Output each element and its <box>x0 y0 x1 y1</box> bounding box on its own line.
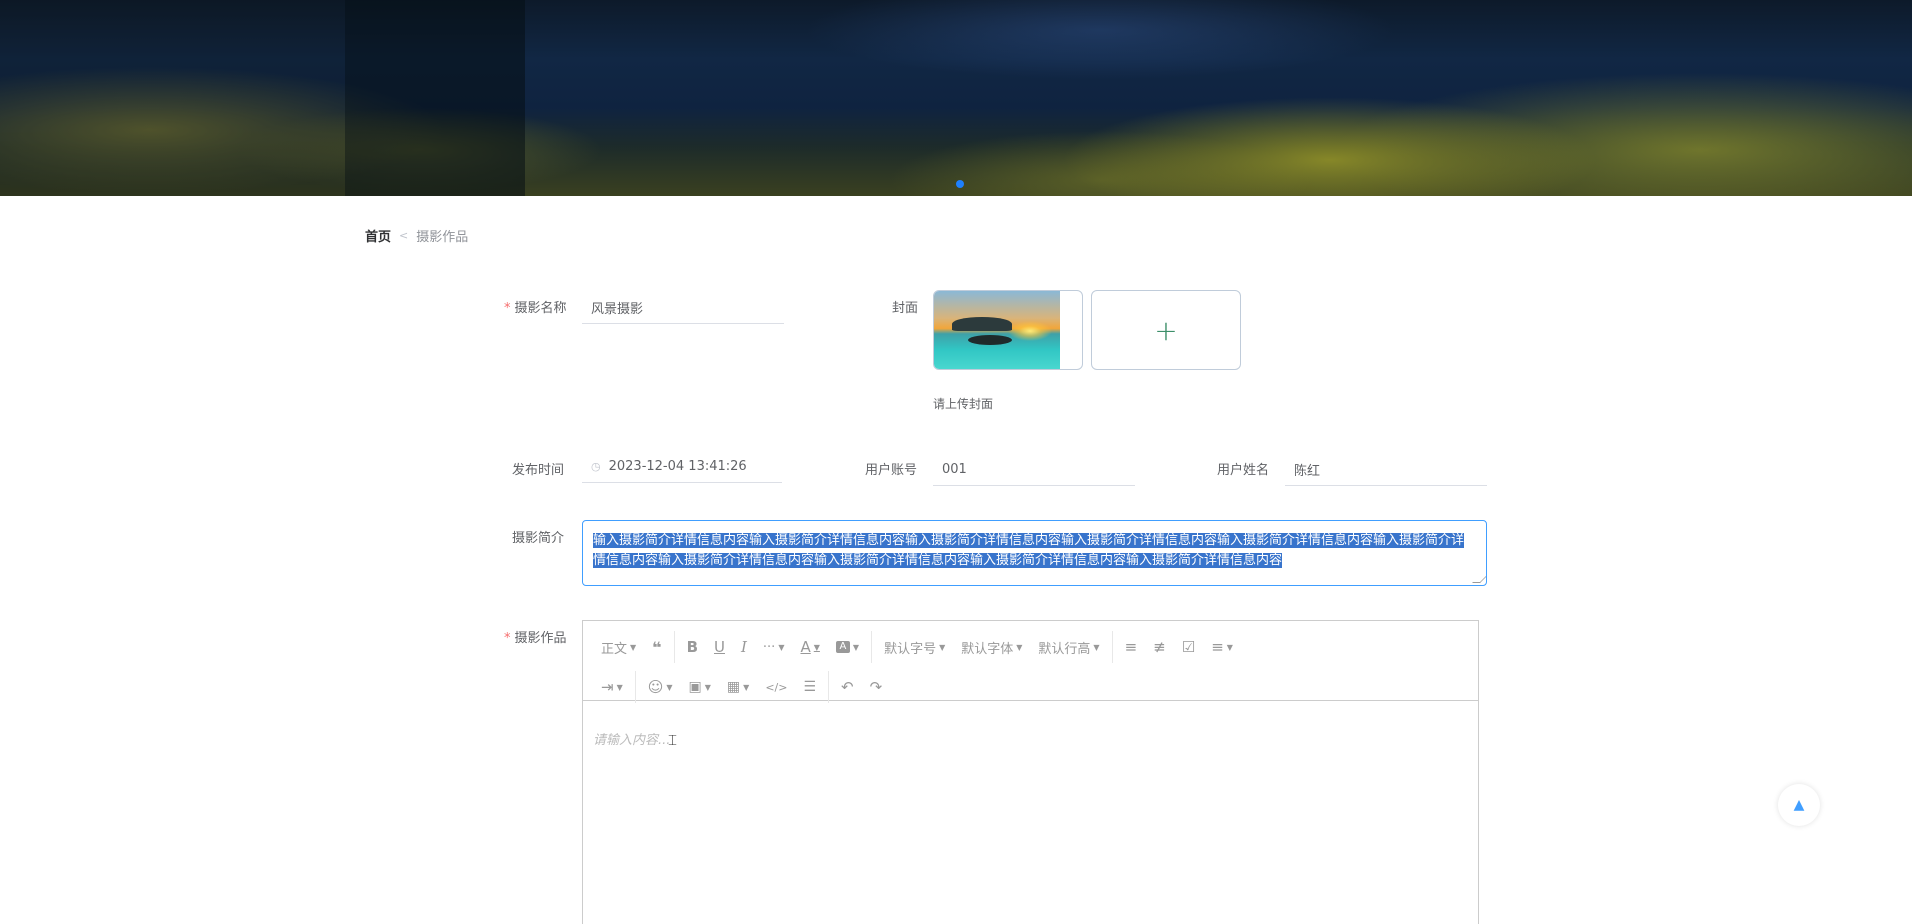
cover-upload-button[interactable]: + <box>1091 290 1241 370</box>
editor-toolbar: 正文 ▼ ❝ B U I ··· ▼ A ▼ A ▼ 默认字号 ▼ 默认字体 ▼ 默认行高 ▼… <box>583 621 1478 703</box>
align-icon[interactable]: ≡ ▼ <box>1203 633 1241 661</box>
toolbar-divider <box>1111 631 1113 663</box>
publish-time-value: 2023-12-04 13:41:26 <box>608 459 747 474</box>
chevron-down-icon: ▼ <box>1016 642 1023 652</box>
editor-content-area[interactable]: 请输入内容... ⌶ <box>583 701 1478 924</box>
account-label: 用户账号 <box>865 463 918 478</box>
line-height-select[interactable]: 默认行高 ▼ <box>1030 633 1107 661</box>
code-icon[interactable]: </> <box>757 673 795 701</box>
publish-time-label: 发布时间 <box>512 463 565 478</box>
chevron-down-icon: ▼ <box>1093 642 1100 652</box>
divider-line-icon[interactable]: ☰ <box>795 673 824 701</box>
banner-shade <box>0 0 345 196</box>
works-label: 摄影作品 <box>504 627 567 646</box>
more-style-icon[interactable]: ··· ▼ <box>755 633 793 661</box>
rich-text-editor: 正文 ▼ ❝ B U I ··· ▼ A ▼ A ▼ 默认字号 ▼ 默认字体 ▼ 默认行高 ▼… <box>582 620 1479 924</box>
underline-icon[interactable]: U <box>706 633 733 661</box>
breadcrumb-home[interactable]: 首页 <box>365 226 391 245</box>
chevron-down-icon: ▼ <box>852 642 860 652</box>
banner-water-reflection <box>700 0 1600 120</box>
chevron-down-icon: ▼ <box>1226 642 1233 652</box>
name-input[interactable] <box>582 292 784 324</box>
back-to-top-button[interactable]: ▲ <box>1778 784 1820 826</box>
bulleted-list-icon[interactable]: ≡ <box>1117 633 1146 661</box>
table-icon[interactable]: ▦ ▼ <box>719 673 757 701</box>
text-cursor-icon: ⌶ <box>668 731 678 749</box>
banner-carousel <box>0 0 1912 196</box>
breadcrumb-current: 摄影作品 <box>416 230 469 245</box>
font-family-select[interactable]: 默认字体 ▼ <box>953 633 1030 661</box>
undo-icon[interactable]: ↶ <box>833 673 862 701</box>
image-icon[interactable]: ▣ ▼ <box>681 673 719 701</box>
carousel-indicator-dot[interactable] <box>956 180 964 188</box>
intro-label: 摄影简介 <box>512 531 565 546</box>
intro-textarea[interactable]: 输入摄影简介详情信息内容输入摄影简介详情信息内容输入摄影简介详情信息内容输入摄影… <box>582 520 1487 586</box>
cover-image <box>934 291 1060 369</box>
account-input[interactable] <box>933 454 1135 486</box>
chevron-down-icon: ▼ <box>616 682 623 692</box>
toolbar-divider <box>871 631 873 663</box>
todo-checkbox-icon[interactable]: ☑ <box>1174 633 1203 661</box>
intro-text: 输入摄影简介详情信息内容输入摄影简介详情信息内容输入摄影简介详情信息内容输入摄影… <box>593 533 1465 568</box>
clock-icon: ◷ <box>591 460 601 473</box>
quote-icon[interactable]: ❝ <box>644 633 669 661</box>
plus-icon: + <box>1154 313 1178 347</box>
breadcrumb-separator-icon: < <box>399 229 409 242</box>
cover-thumbnail[interactable] <box>933 290 1083 370</box>
chevron-down-icon: ▼ <box>666 682 673 692</box>
name-label: 摄影名称 <box>504 297 567 316</box>
banner-dark-panel <box>345 0 525 196</box>
publish-time-field[interactable]: ◷ 2023-12-04 13:41:26 <box>582 451 782 483</box>
font-color-icon[interactable]: A ▼ <box>792 633 827 661</box>
chevron-down-icon: ▼ <box>813 642 820 652</box>
username-input[interactable] <box>1285 454 1487 486</box>
redo-icon[interactable]: ↷ <box>862 673 891 701</box>
username-label: 用户姓名 <box>1217 463 1270 478</box>
editor-placeholder: 请输入内容... <box>593 733 671 748</box>
chevron-down-icon: ▼ <box>743 682 750 692</box>
numbered-list-icon[interactable]: ≢ <box>1145 633 1174 661</box>
chevron-down-icon: ▼ <box>939 642 946 652</box>
emoji-icon[interactable]: ☺ ▼ <box>640 673 681 701</box>
cover-upload-tip: 请上传封面 <box>933 397 994 411</box>
toolbar-divider <box>828 671 830 703</box>
arrow-up-icon: ▲ <box>1793 797 1805 813</box>
breadcrumb: 首页 < 摄影作品 <box>365 226 468 245</box>
paragraph-format-select[interactable]: 正文 ▼ <box>593 633 644 661</box>
background-color-icon[interactable]: A ▼ <box>828 633 867 661</box>
toolbar-divider <box>673 631 675 663</box>
bold-icon[interactable]: B <box>679 633 706 661</box>
chevron-down-icon: ▼ <box>630 642 637 652</box>
chevron-down-icon: ▼ <box>778 642 785 652</box>
indent-icon[interactable]: ⇥ ▼ <box>593 673 631 701</box>
italic-icon[interactable]: I <box>733 633 755 661</box>
resize-handle-icon[interactable] <box>1472 575 1486 583</box>
chevron-down-icon: ▼ <box>704 682 711 692</box>
toolbar-divider <box>634 671 636 703</box>
cover-label: 封面 <box>892 301 919 316</box>
font-size-select[interactable]: 默认字号 ▼ <box>876 633 953 661</box>
